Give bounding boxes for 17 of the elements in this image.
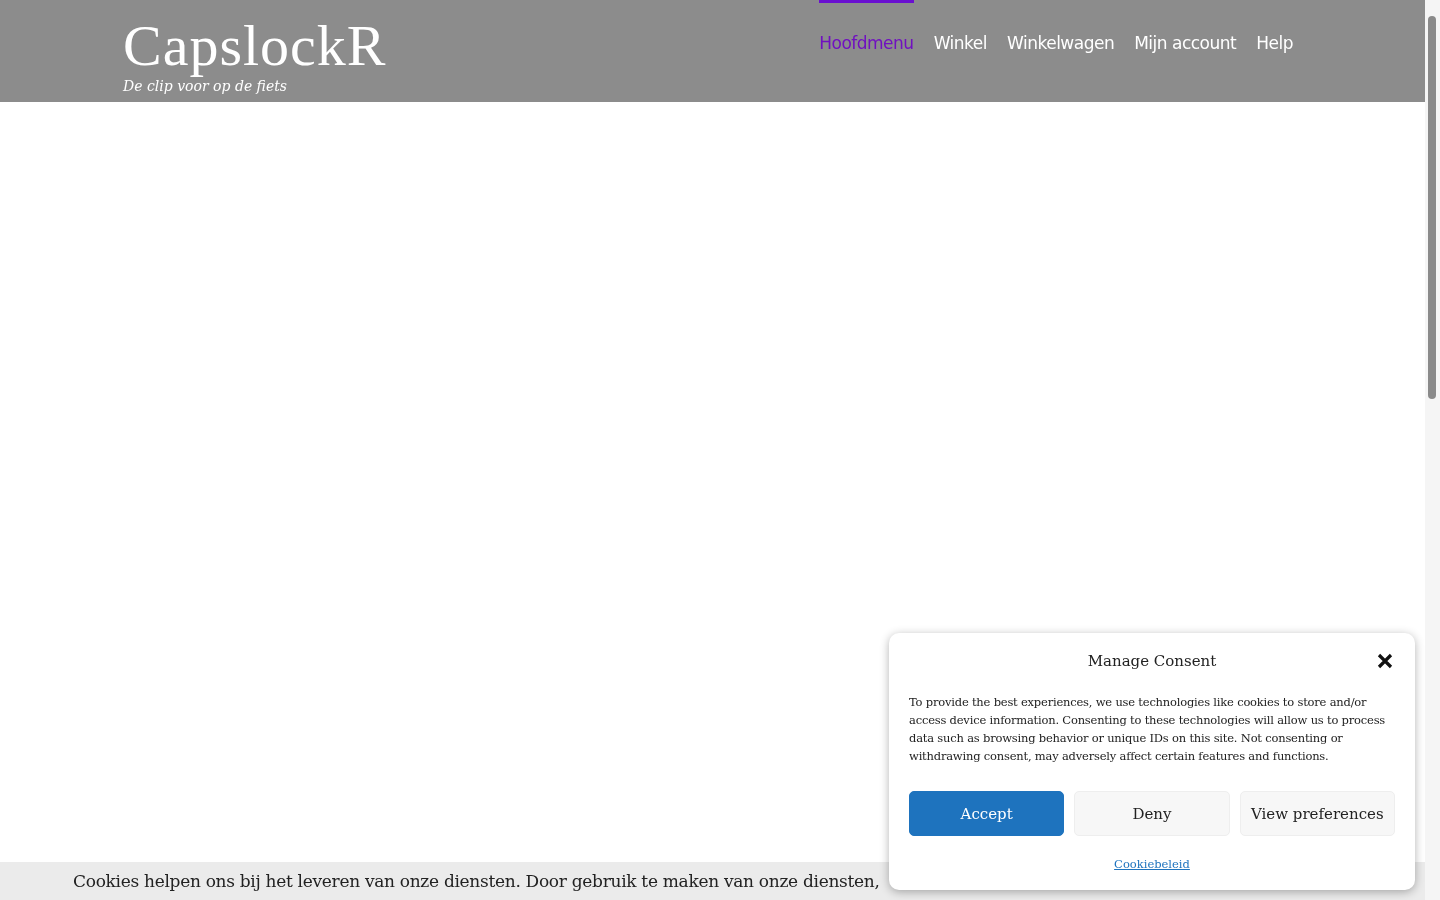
consent-button[interactable]: Deny <box>1074 791 1230 836</box>
nav-link[interactable]: Mijn account <box>1134 0 1237 54</box>
scrollbar[interactable] <box>1425 0 1440 900</box>
dialog-title: Manage Consent <box>1087 652 1217 670</box>
nav-link[interactable]: Hoofdmenu <box>819 0 914 54</box>
nav-link[interactable]: Winkelwagen <box>1007 0 1115 54</box>
nav-link[interactable]: Winkel <box>933 0 987 54</box>
consent-button[interactable]: View preferences <box>1239 791 1395 836</box>
site-tagline: De clip voor op de fiets <box>123 79 289 93</box>
close-icon[interactable] <box>1377 653 1393 669</box>
scrollbar-thumb[interactable] <box>1428 16 1436 399</box>
nav-link[interactable]: Help <box>1256 0 1293 54</box>
site-title[interactable]: CapslockR <box>123 14 387 78</box>
cookie-notice-text: Cookies helpen ons bij het leveren van onze diensten. Door gebruik te maken van onze diensten, <box>73 871 880 891</box>
cookie-policy-link[interactable]: Cookiebeleid <box>1114 857 1190 871</box>
consent-message: To provide the best experiences, we use technologies like cookies to store and/or access device information. Consenting to these technologies will allow us to process data such as browsing behavior or unique IDs on this site. Not consenting or withdrawing consent, may adversely affect certain features and functions. <box>909 694 1387 765</box>
accept-button[interactable]: Accept <box>909 791 1065 836</box>
